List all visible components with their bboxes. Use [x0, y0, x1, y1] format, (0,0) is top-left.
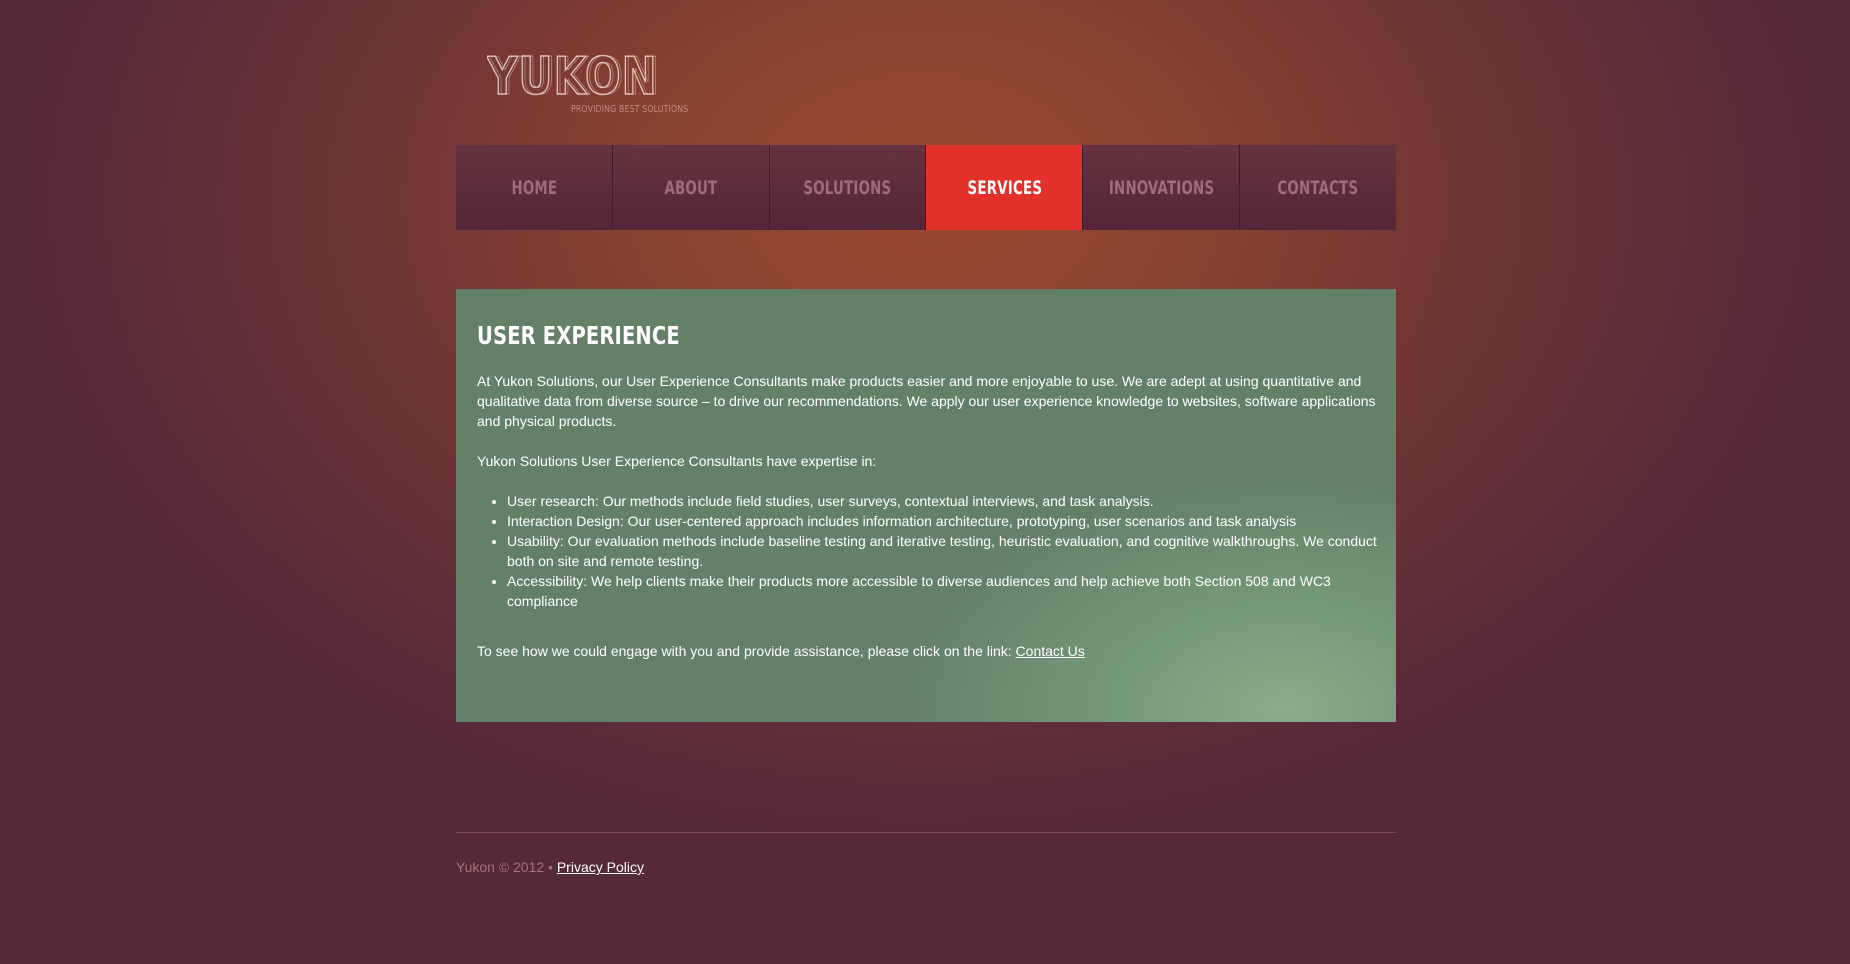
contact-us-link[interactable]: Contact Us [1016, 643, 1085, 659]
list-item: Usability: Our evaluation methods includ… [507, 531, 1397, 571]
nav-solutions[interactable]: SOLUTIONS [770, 145, 927, 230]
nav-innovations-label: INNOVATIONS [1108, 176, 1214, 199]
nav-innovations[interactable]: INNOVATIONS [1083, 145, 1241, 230]
nav-solutions-label: SOLUTIONS [803, 176, 892, 199]
list-item: Interaction Design: Our user-centered ap… [507, 511, 1397, 531]
main-nav: HOME ABOUT SOLUTIONS SERVICES INNOVATION… [456, 145, 1396, 230]
logo-text-outline: YUKON [489, 50, 661, 100]
nav-contacts-label: CONTACTS [1277, 176, 1359, 199]
nav-home-label: HOME [511, 176, 557, 199]
tagline: PROVIDING BEST SOLUTIONS [571, 104, 689, 115]
footer-divider [456, 832, 1396, 833]
nav-about[interactable]: ABOUT [613, 145, 770, 230]
list-item: Accessibility: We help clients make thei… [507, 571, 1397, 611]
content-panel: USER EXPERIENCE At Yukon Solutions, our … [456, 289, 1396, 722]
nav-contacts[interactable]: CONTACTS [1240, 145, 1396, 230]
nav-home[interactable]: HOME [456, 145, 613, 230]
list-item: User research: Our methods include field… [507, 491, 1397, 511]
cta-paragraph: To see how we could engage with you and … [477, 641, 1397, 661]
expertise-heading: Yukon Solutions User Experience Consulta… [477, 453, 877, 469]
nav-services-label: SERVICES [967, 176, 1042, 199]
page-title: USER EXPERIENCE [477, 321, 680, 350]
logo-wordmark: YUKON YUKON [487, 50, 661, 100]
copyright-text: Yukon © 2012 • [456, 859, 557, 875]
intro-paragraph: At Yukon Solutions, our User Experience … [477, 373, 1376, 429]
footer: Yukon © 2012 • Privacy Policy [456, 859, 644, 875]
cta-text: To see how we could engage with you and … [477, 643, 1016, 659]
nav-about-label: ABOUT [664, 176, 718, 199]
expertise-list: User research: Our methods include field… [477, 491, 1397, 611]
nav-services[interactable]: SERVICES [926, 145, 1084, 230]
privacy-policy-link[interactable]: Privacy Policy [557, 859, 644, 875]
